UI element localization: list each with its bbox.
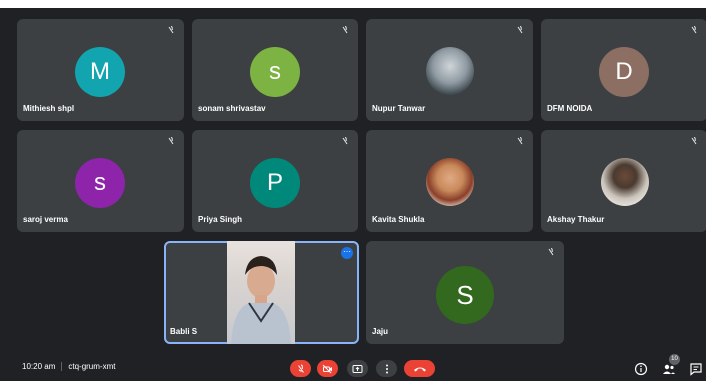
participant-tile-nupur[interactable]: Nupur Tanwar [366,19,533,121]
participant-name: saroj verma [23,215,68,224]
participant-video [227,241,295,344]
participant-name: Kavita Shukla [372,215,425,224]
avatar-initial: s [269,58,281,85]
avatar: D [599,47,649,97]
mic-off-icon [691,26,697,34]
present-screen-icon [352,364,363,373]
mic-toggle-button[interactable] [290,360,311,377]
meeting-details-icon[interactable] [634,362,648,376]
mic-off-icon [342,26,348,34]
participant-tile-akshay[interactable]: Akshay Thakur [541,130,706,232]
camera-off-icon [322,364,332,373]
meeting-info: 10:20 am ctq-grum-xmt [22,362,115,372]
profile-photo [426,47,474,95]
divider [61,362,63,372]
participant-name: Priya Singh [198,215,243,224]
participant-tile-babli-active-speaker[interactable]: ⋯ Babli S [164,241,359,344]
participant-tile-jaju[interactable]: S Jaju [366,241,564,344]
avatar-initial: D [615,58,633,85]
participant-tile-saroj[interactable]: s saroj verma [17,130,184,232]
participant-name: Mithiesh shpl [23,104,75,113]
participant-tile-kavita[interactable]: Kavita Shukla [366,130,533,232]
mic-off-icon [517,137,523,145]
hang-up-icon [413,367,426,371]
avatar-initial: M [90,58,110,85]
call-controls-bar: 10:20 am ctq-grum-xmt 10 [0,350,706,381]
more-options-button[interactable] [376,360,397,377]
avatar: S [436,266,494,324]
present-screen-button[interactable] [347,360,368,377]
video-frame [231,256,291,344]
avatar: P [250,158,300,208]
more-options-icon[interactable]: ⋯ [341,247,353,259]
participant-name: Jaju [372,327,389,336]
participant-tile-priya[interactable]: P Priya Singh [192,130,358,232]
mic-off-icon [517,26,523,34]
meeting-code[interactable]: ctq-grum-xmt [68,362,115,371]
mic-off-icon [691,137,697,145]
top-border [0,0,706,8]
camera-toggle-button[interactable] [317,360,338,377]
meet-call-stage: M Mithiesh shpl s sonam shrivastav Nupur… [0,0,706,381]
participant-name: DFM NOIDA [547,104,593,113]
participant-tile-sonam[interactable]: s sonam shrivastav [192,19,358,121]
mic-off-icon [548,248,554,256]
avatar: s [250,47,300,97]
more-vert-icon [385,364,388,373]
profile-photo [426,158,474,206]
participant-tile-dfm-noida[interactable]: D DFM NOIDA [541,19,706,121]
participant-name: Babli S [170,327,198,336]
leave-call-button[interactable] [404,360,435,377]
avatar-initial: P [266,169,283,196]
mic-off-icon [168,26,174,34]
participant-name: Akshay Thakur [547,215,605,224]
avatar: M [75,47,125,97]
mic-off-icon [297,364,304,373]
avatar: s [75,158,125,208]
clock-time: 10:20 am [22,362,56,371]
participant-name: sonam shrivastav [198,104,266,113]
chat-icon[interactable] [689,362,703,376]
avatar-initial: S [456,279,474,310]
mic-off-icon [342,137,348,145]
mic-off-icon [168,137,174,145]
participant-name: Nupur Tanwar [372,104,426,113]
people-icon[interactable] [662,362,676,376]
participant-tile-mithiesh[interactable]: M Mithiesh shpl [17,19,184,121]
profile-photo [601,158,649,206]
avatar-initial: s [94,169,106,196]
